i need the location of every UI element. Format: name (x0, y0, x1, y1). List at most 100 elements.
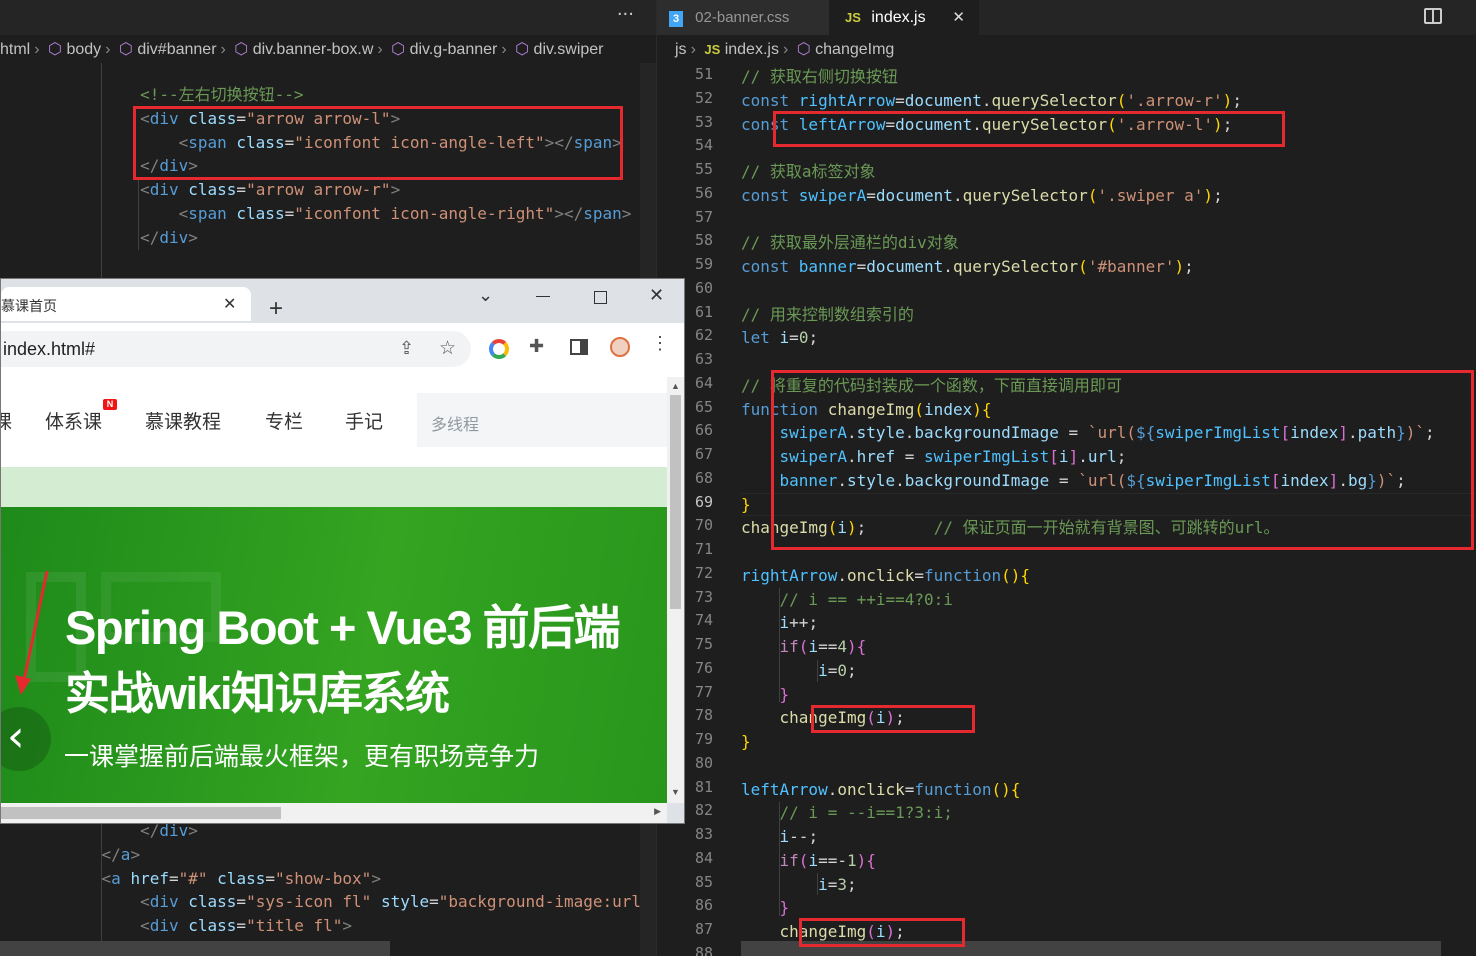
side-panel-icon[interactable] (570, 339, 588, 355)
right-editor-pane: 3 02-banner.css JS index.js ✕ js › JS ind… (656, 0, 1476, 956)
code-line[interactable]: <a href="#" class="show-box"> (63, 867, 656, 891)
omnibox[interactable]: index.html# ⇪ ☆ (1, 331, 471, 367)
banner-prev-button[interactable]: ‹ (1, 707, 51, 771)
code-line[interactable]: <span class="iconfont icon-angle-right">… (63, 202, 632, 226)
vertical-scrollbar[interactable]: ▲ ▼ (667, 377, 684, 803)
nav-item[interactable]: 课 (1, 407, 12, 434)
bookmark-star-icon[interactable]: ☆ (439, 337, 456, 360)
search-placeholder: 多线程 (431, 417, 480, 434)
nav-item-tixike[interactable]: 体系课 (45, 407, 102, 434)
breadcrumb-item[interactable]: div.g-banner (410, 41, 498, 58)
breadcrumb-item[interactable]: div.banner-box.w (253, 41, 374, 58)
code-line[interactable]: // 获取最外层通栏的div对象 (741, 231, 1435, 255)
line-number: 56 (694, 183, 713, 202)
code-line[interactable]: rightArrow.onclick=function(){ (741, 564, 1435, 588)
tab-search-icon[interactable]: ⌄ (478, 285, 493, 306)
highlight-box-call-left (799, 918, 965, 947)
line-number: 87 (694, 920, 713, 938)
close-window-icon[interactable]: ✕ (649, 285, 664, 306)
new-tab-icon[interactable]: + (269, 295, 283, 323)
code-line[interactable]: const swiperA=document.querySelector('.s… (741, 184, 1435, 208)
code-line[interactable]: // 获取a标签对象 (741, 160, 1435, 184)
code-line[interactable]: leftArrow.onclick=function(){ (741, 778, 1435, 802)
code-line[interactable] (741, 754, 1435, 778)
tab-title: 慕课首页 (1, 298, 57, 314)
browser-tab[interactable]: 慕课首页 ✕ (1, 287, 251, 321)
breadcrumb-item[interactable]: changeImg (815, 41, 894, 58)
code-line[interactable]: const rightArrow=document.querySelector(… (741, 89, 1435, 113)
menu-kebab-icon[interactable]: ⋮ (651, 333, 669, 354)
line-number: 57 (694, 207, 713, 226)
js-file-icon: JS (704, 42, 721, 57)
code-line[interactable]: <div class="title fl"> (63, 914, 656, 938)
code-line[interactable]: // 用来控制数组索引的 (741, 303, 1435, 327)
horizontal-scrollbar[interactable]: ▶ (1, 803, 667, 823)
breadcrumb-item[interactable]: div.swiper (534, 41, 604, 58)
nav-item-shouji[interactable]: 手记 (345, 407, 383, 434)
code-line[interactable] (741, 208, 1435, 232)
code-line[interactable]: i=0; (741, 659, 1435, 683)
code-line[interactable]: let i=0; (741, 326, 1435, 350)
address-bar-row: index.html# ⇪ ☆ ✚ ⋮ (1, 323, 684, 377)
right-tab-bar: 3 02-banner.css JS index.js ✕ (657, 0, 1476, 35)
breadcrumb-item[interactable]: body (66, 41, 101, 58)
share-icon[interactable]: ⇪ (399, 338, 414, 359)
code-line[interactable]: </a> (63, 843, 656, 867)
line-number: 53 (694, 112, 713, 131)
extensions-puzzle-icon[interactable]: ✚ (529, 336, 544, 357)
nav-item-zhuanlan[interactable]: 专栏 (265, 407, 303, 434)
code-line[interactable]: } (741, 730, 1435, 754)
course-banner[interactable]: Spring Boot + Vue3 前后端 实战wiki知识库系统 一课掌握前… (1, 507, 667, 803)
line-number: 58 (694, 231, 713, 250)
line-number: 83 (694, 825, 713, 843)
breadcrumb-item[interactable]: js (675, 41, 687, 58)
cube-icon: ⬡ (515, 41, 530, 58)
nav-item-jiaocheng[interactable]: 慕课教程 (145, 407, 221, 434)
highlight-box-call-right (811, 705, 975, 733)
code-line[interactable]: </div> (63, 226, 631, 250)
left-code-bottom[interactable]: </div> </a> <a href="#" class="show-box"… (63, 819, 656, 956)
banner-title-line1: Spring Boot + Vue3 前后端 (65, 601, 621, 654)
tab-02-banner-css[interactable]: 3 02-banner.css (657, 0, 829, 35)
more-actions-icon[interactable]: ··· (617, 4, 634, 25)
minimize-icon[interactable] (536, 296, 550, 297)
code-line[interactable]: i--; (741, 825, 1435, 849)
close-tab-icon[interactable]: ✕ (223, 294, 236, 314)
left-tab-bar: ··· (0, 0, 656, 35)
code-line[interactable]: } (741, 896, 1435, 920)
maximize-icon[interactable] (594, 291, 607, 304)
browser-tab-strip: 慕课首页 ✕ + ⌄ ✕ (1, 279, 684, 322)
breadcrumb-item[interactable]: div#banner (137, 41, 216, 58)
code-line[interactable]: <!--左右切换按钮--> (63, 83, 631, 107)
browser-window: 慕课首页 ✕ + ⌄ ✕ index.html# ⇪ ☆ ✚ ⋮ 课 体系课 N… (0, 278, 685, 824)
red-arrow-annotation (15, 570, 49, 695)
breadcrumb-item[interactable]: index.js (725, 41, 779, 58)
new-badge: N (103, 399, 117, 410)
tab-index-js[interactable]: JS index.js ✕ (829, 0, 979, 35)
left-breadcrumb: html › ⬡ body › ⬡ div#banner › ⬡ div.banner… (0, 41, 604, 58)
code-line[interactable]: // 获取右侧切换按钮 (741, 65, 1435, 89)
split-editor-icon[interactable] (1424, 8, 1442, 24)
breadcrumb-item[interactable]: html (0, 41, 30, 58)
chevron-left-icon: ‹ (7, 711, 25, 762)
cube-icon: ⬡ (48, 41, 62, 58)
close-tab-icon[interactable]: ✕ (952, 0, 965, 35)
line-number: 84 (694, 848, 713, 867)
url-text[interactable]: index.html# (3, 339, 95, 360)
chrome-extension-icon[interactable] (489, 339, 509, 359)
cube-icon: ⬡ (234, 41, 249, 58)
code-line[interactable] (741, 279, 1435, 303)
code-line[interactable]: const banner=document.querySelector('#ba… (741, 255, 1435, 279)
code-line[interactable]: if(i==4){ (741, 635, 1435, 659)
cube-icon: ⬡ (796, 41, 811, 58)
code-line[interactable]: } (741, 683, 1435, 707)
site-search-input[interactable]: 多线程 (417, 393, 667, 447)
profile-icon[interactable] (610, 337, 630, 357)
code-line[interactable]: <div class="arrow arrow-r"> (63, 178, 631, 202)
code-line[interactable]: <div class="sys-icon fl" style="backgrou… (63, 890, 656, 914)
code-line[interactable]: i++; (741, 611, 1435, 635)
code-line[interactable]: // i = --i==1?3:i; (741, 801, 1435, 825)
code-line[interactable]: // i == ++i==4?0:i (741, 588, 1435, 612)
code-line[interactable]: i=3; (741, 873, 1435, 897)
code-line[interactable]: if(i==-1){ (741, 849, 1435, 873)
